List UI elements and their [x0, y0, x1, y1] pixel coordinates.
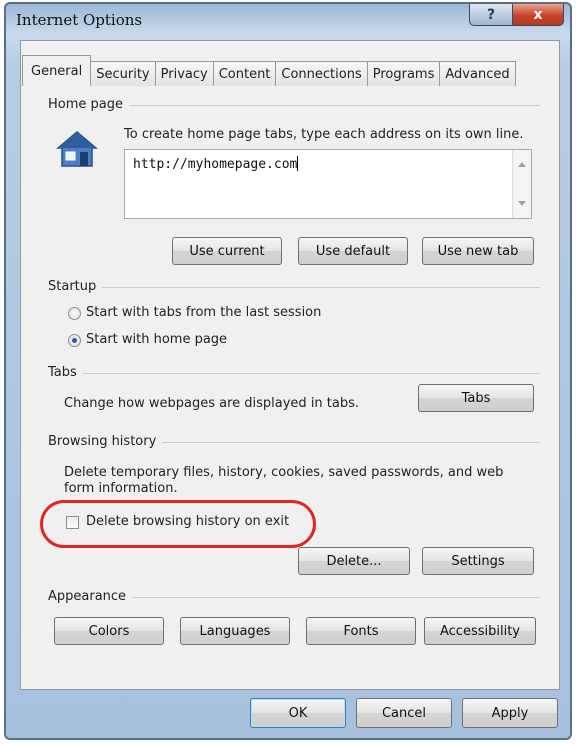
tabs-settings-button[interactable]: Tabs: [418, 384, 534, 412]
accessibility-button[interactable]: Accessibility: [424, 617, 536, 645]
startup-divider: [48, 287, 540, 288]
colors-button[interactable]: Colors: [54, 617, 164, 645]
radio-home-page-label[interactable]: Start with home page: [86, 332, 227, 347]
tabs-description: Change how webpages are displayed in tab…: [64, 396, 360, 411]
tabs-divider: [48, 373, 540, 374]
use-new-tab-button[interactable]: Use new tab: [422, 237, 534, 265]
delete-history-button[interactable]: Delete...: [298, 547, 410, 575]
textarea-scrollbar[interactable]: [512, 150, 531, 218]
radio-last-session-label[interactable]: Start with tabs from the last session: [86, 305, 321, 320]
browsing-history-description-2: form information.: [64, 481, 178, 496]
radio-selected-dot: [72, 338, 77, 343]
fonts-button[interactable]: Fonts: [306, 617, 416, 645]
scroll-down-icon[interactable]: [518, 201, 526, 206]
browsing-history-heading: Browsing history: [48, 434, 163, 449]
startup-heading: Startup: [48, 279, 103, 294]
apply-button[interactable]: Apply: [462, 698, 558, 728]
home-page-url-textarea[interactable]: http://myhomepage.com: [124, 149, 532, 219]
tab-general[interactable]: General: [22, 55, 92, 86]
history-settings-button[interactable]: Settings: [422, 547, 534, 575]
home-page-url-value: http://myhomepage.com: [133, 157, 298, 172]
home-page-heading: Home page: [48, 97, 129, 112]
highlight-annotation: [40, 500, 316, 548]
home-page-description: To create home page tabs, type each addr…: [124, 127, 524, 142]
ok-button[interactable]: OK: [250, 698, 346, 728]
languages-button[interactable]: Languages: [180, 617, 290, 645]
house-icon: [56, 131, 98, 167]
browsing-history-description-1: Delete temporary files, history, cookies…: [64, 465, 504, 480]
tabs-heading: Tabs: [48, 365, 83, 380]
radio-last-session[interactable]: [68, 307, 81, 320]
use-default-button[interactable]: Use default: [298, 237, 408, 265]
use-current-button[interactable]: Use current: [172, 237, 282, 265]
cancel-button[interactable]: Cancel: [356, 698, 452, 728]
radio-home-page[interactable]: [68, 334, 81, 347]
scroll-up-icon[interactable]: [518, 162, 526, 167]
appearance-heading: Appearance: [48, 589, 133, 604]
